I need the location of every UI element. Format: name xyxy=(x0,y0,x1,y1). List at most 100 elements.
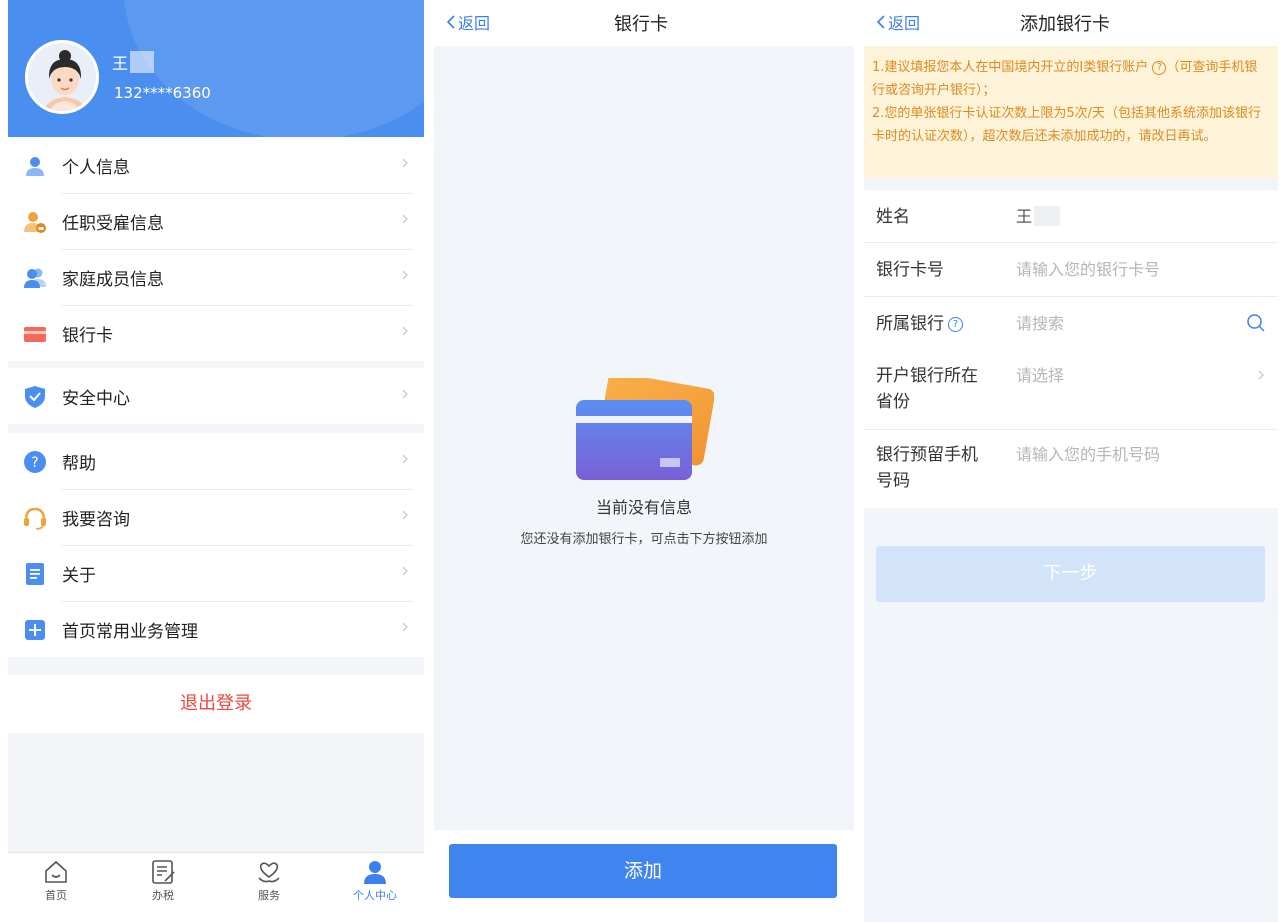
svg-text:?: ? xyxy=(31,455,38,471)
tab-label: 首页 xyxy=(45,889,67,902)
back-button[interactable]: 返回 xyxy=(446,10,490,34)
form-row-bank: 所属银行? 请搜索 xyxy=(864,297,1278,351)
chevron-right-icon xyxy=(402,622,408,632)
personal-center-screen: 王 132****6360 个人信息 任职受雇信息 家庭成员信息 银行卡 安全中… xyxy=(8,0,424,922)
bank-card-icon xyxy=(24,327,46,342)
heart-hand-icon xyxy=(258,862,280,883)
next-step-button[interactable]: 下一步 xyxy=(876,546,1265,602)
empty-state-description: 您还没有添加银行卡，可点击下方按钮添加 xyxy=(520,532,768,547)
menu-item-label: 银行卡 xyxy=(62,325,113,346)
employment-icon xyxy=(24,212,46,233)
user-name: 王 xyxy=(112,50,155,74)
tax-form-icon xyxy=(152,860,175,884)
form-row-province[interactable]: 开户银行所在 省份 请选择 xyxy=(864,351,1278,430)
chevron-right-icon xyxy=(402,510,408,520)
headset-icon xyxy=(24,507,46,530)
menu-item-label: 个人信息 xyxy=(62,157,130,178)
bottom-action-bar: 添加 xyxy=(434,830,854,922)
field-label: 姓名 xyxy=(876,207,910,227)
chevron-right-icon xyxy=(402,214,408,224)
tab-label: 个人中心 xyxy=(353,889,397,902)
back-label: 返回 xyxy=(888,14,921,33)
question-icon[interactable]: ? xyxy=(948,317,963,332)
tab-tax[interactable]: 办税 xyxy=(133,859,193,915)
user-phone: 132****6360 xyxy=(114,84,211,102)
chevron-right-icon xyxy=(402,158,408,168)
chevron-right-icon xyxy=(402,326,408,336)
menu-item-about[interactable]: 关于 xyxy=(8,545,424,601)
menu-item-label: 关于 xyxy=(62,565,96,586)
menu-item-family-info[interactable]: 家庭成员信息 xyxy=(8,249,424,305)
bank-search-input[interactable]: 请搜索 xyxy=(1016,311,1064,337)
chevron-right-icon xyxy=(1258,370,1264,380)
chevron-right-icon xyxy=(402,270,408,280)
plus-square-icon xyxy=(25,620,45,640)
menu-item-label: 任职受雇信息 xyxy=(62,213,164,234)
field-label: 银行卡号 xyxy=(876,260,944,280)
chevron-left-icon xyxy=(876,15,885,29)
name-mask xyxy=(1034,206,1061,226)
card-number-input[interactable]: 请输入您的银行卡号 xyxy=(1016,257,1160,283)
bank-card-form: 姓名 王 银行卡号 请输入您的银行卡号 所属银行? 请搜索 开户银行所在 省份 请… xyxy=(864,190,1278,508)
page-title: 银行卡 xyxy=(614,14,668,35)
avatar[interactable] xyxy=(25,40,99,114)
menu-item-consult[interactable]: 我要咨询 xyxy=(8,489,424,545)
menu-item-label: 首页常用业务管理 xyxy=(62,621,198,642)
add-bank-card-screen: 返回 添加银行卡 1.建议填报您本人在中国境内开立的Ⅰ类银行账户 ? （可查询手机… xyxy=(864,0,1278,922)
menu-item-help[interactable]: ? 帮助 xyxy=(8,433,424,489)
nav-bar: 返回 银行卡 xyxy=(434,0,854,46)
bottom-tab-bar: 首页 办税 服务 个人中心 xyxy=(8,852,424,922)
add-button[interactable]: 添加 xyxy=(449,844,837,898)
profile-header: 王 132****6360 xyxy=(8,0,424,137)
menu-item-label: 家庭成员信息 xyxy=(62,269,164,290)
family-icon xyxy=(24,268,46,288)
home-icon xyxy=(45,860,67,883)
notice-banner: 1.建议填报您本人在中国境内开立的Ⅰ类银行账户 ? （可查询手机银行或咨询开户银行… xyxy=(864,46,1278,178)
menu-item-home-shortcuts[interactable]: 首页常用业务管理 xyxy=(8,601,424,657)
province-select[interactable]: 请选择 xyxy=(1016,363,1064,389)
menu-item-bank-card[interactable]: 银行卡 xyxy=(8,305,424,361)
chevron-right-icon xyxy=(402,566,408,576)
menu-item-label: 我要咨询 xyxy=(62,509,130,530)
chevron-left-icon xyxy=(446,15,455,29)
user-icon xyxy=(364,861,386,884)
empty-state-title: 当前没有信息 xyxy=(595,498,692,517)
logout-button[interactable]: 退出登录 xyxy=(8,675,424,733)
menu-item-security-center[interactable]: 安全中心 xyxy=(8,368,424,424)
back-label: 返回 xyxy=(458,14,491,33)
chevron-right-icon xyxy=(402,454,408,464)
nav-bar: 返回 添加银行卡 xyxy=(864,0,1278,46)
field-label: 开户银行所在 省份 xyxy=(876,366,978,412)
notice-line-2: 2.您的单张银行卡认证次数上限为5次/天（包括其他系统添加该银行卡时的认证次数）… xyxy=(872,106,1262,144)
form-row-card-number: 银行卡号 请输入您的银行卡号 xyxy=(864,243,1278,297)
menu-item-personal-info[interactable]: 个人信息 xyxy=(8,137,424,193)
question-icon[interactable]: ? xyxy=(1152,61,1167,75)
notice-line-1: 1.建议填报您本人在中国境内开立的Ⅰ类银行账户 xyxy=(872,60,1149,75)
field-label: 所属银行? xyxy=(876,311,963,337)
name-value: 王 xyxy=(1016,204,1061,230)
back-button[interactable]: 返回 xyxy=(876,10,920,34)
menu-item-employment-info[interactable]: 任职受雇信息 xyxy=(8,193,424,249)
bank-card-screen: 返回 银行卡 当前没有信息 您还没有添加银行卡，可点击下方按钮添加 添加 xyxy=(434,0,854,922)
tab-label: 服务 xyxy=(258,889,280,902)
menu-group-profile: 个人信息 任职受雇信息 家庭成员信息 银行卡 xyxy=(8,137,424,361)
form-row-name: 姓名 王 xyxy=(864,190,1278,243)
menu-group-support: ? 帮助 我要咨询 关于 首页常用业务管理 xyxy=(8,433,424,657)
help-icon: ? xyxy=(24,451,46,473)
search-icon[interactable] xyxy=(1246,313,1266,333)
field-label: 银行预留手机 号码 xyxy=(876,445,978,491)
form-row-phone: 银行预留手机 号码 请输入您的手机号码 xyxy=(864,430,1278,508)
menu-item-label: 安全中心 xyxy=(62,388,130,409)
user-name-text: 王 xyxy=(112,54,129,73)
tab-personal-center[interactable]: 个人中心 xyxy=(345,859,405,915)
phone-input[interactable]: 请输入您的手机号码 xyxy=(1016,442,1160,468)
tab-label: 办税 xyxy=(152,889,174,902)
name-mask xyxy=(130,51,155,73)
chevron-right-icon xyxy=(402,389,408,399)
tab-home[interactable]: 首页 xyxy=(26,859,86,915)
tab-service[interactable]: 服务 xyxy=(239,859,299,915)
shield-icon xyxy=(25,386,45,408)
menu-item-label: 帮助 xyxy=(62,453,96,474)
document-icon xyxy=(26,563,44,585)
person-icon xyxy=(26,157,44,176)
